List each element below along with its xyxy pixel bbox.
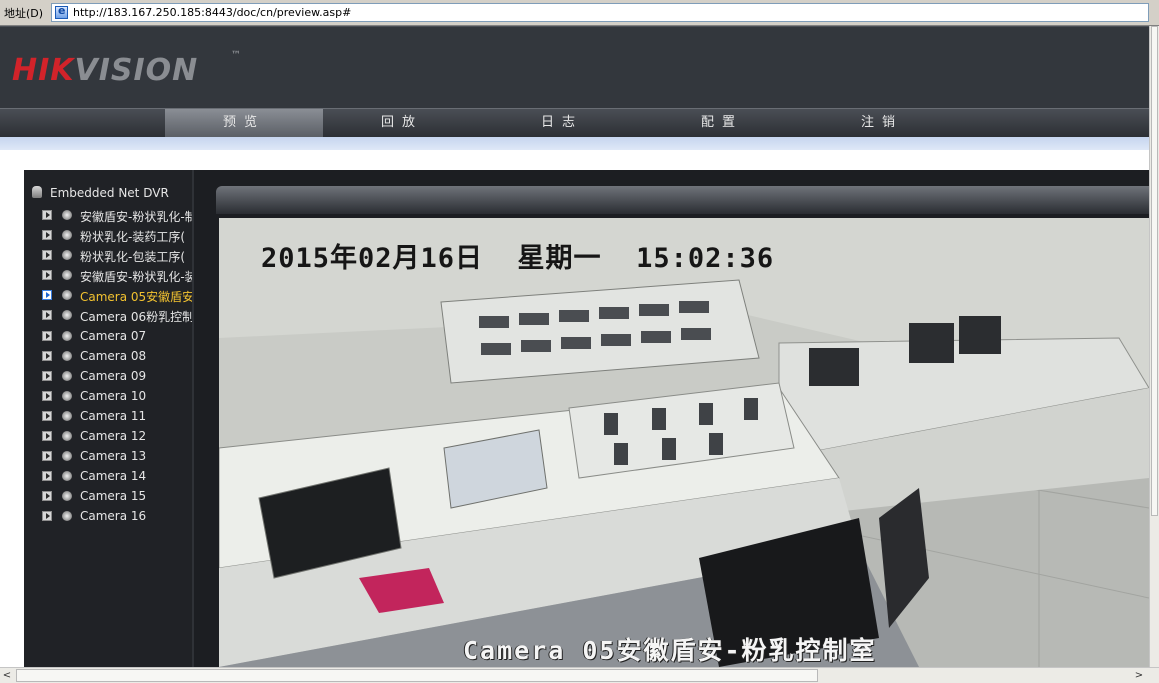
tree-root-label: Embedded Net DVR — [50, 186, 169, 200]
camera-status-icon — [62, 371, 72, 381]
address-input[interactable]: http://183.167.250.185:8443/doc/cn/previ… — [51, 3, 1149, 22]
tree-item-label: Camera 07 — [80, 329, 147, 343]
camera-status-icon — [62, 471, 72, 481]
camera-status-icon — [62, 331, 72, 341]
control-room-scene — [219, 218, 1149, 667]
horizontal-scrollbar[interactable]: < > — [0, 667, 1159, 683]
tree-item-label: Camera 16 — [80, 509, 147, 523]
camera-status-icon — [62, 230, 72, 240]
play-icon[interactable] — [42, 491, 52, 501]
tree-item-label: 粉状乳化-包装工序( — [80, 250, 186, 264]
play-icon[interactable] — [42, 230, 52, 240]
tree-item-label: Camera 09 — [80, 369, 147, 383]
horizontal-scroll-thumb[interactable] — [16, 669, 818, 682]
tree-item-label: Camera 11 — [80, 409, 147, 423]
dvr-icon — [32, 186, 42, 198]
tree-item-label: 粉状乳化-装药工序( — [80, 230, 186, 244]
tree-item-label: 安徽盾安-粉状乳化-装 — [80, 270, 194, 284]
play-icon[interactable] — [42, 451, 52, 461]
camera-status-icon — [62, 511, 72, 521]
logo-hik: HIK — [12, 53, 75, 88]
scroll-right-arrow-icon[interactable]: > — [1132, 668, 1146, 683]
tree-item-label: Camera 06粉乳控制 — [80, 310, 194, 324]
logo-vision: VISION — [74, 53, 199, 88]
tree-item-label: Camera 05安徽盾安- — [80, 290, 194, 304]
play-icon[interactable] — [42, 431, 52, 441]
ie-page-icon — [55, 4, 68, 19]
main-nav: 预览 回放 日志 配置 注销 — [0, 108, 1149, 137]
play-icon[interactable] — [42, 310, 52, 320]
camera-status-icon — [62, 451, 72, 461]
play-icon[interactable] — [42, 391, 52, 401]
camera-tree-panel: Embedded Net DVR 安徽盾安-粉状乳化-制 粉状乳化-装药工序( … — [24, 170, 194, 667]
camera-status-icon — [62, 250, 72, 260]
nav-log[interactable]: 日志 — [483, 109, 641, 137]
live-video-feed[interactable]: 2015年02月16日 星期一 15:02:36 Camera 05安徽盾安-粉… — [219, 218, 1149, 667]
play-icon[interactable] — [42, 250, 52, 260]
camera-status-icon — [62, 290, 72, 300]
address-url[interactable]: http://183.167.250.185:8443/doc/cn/previ… — [73, 6, 351, 19]
play-icon[interactable] — [42, 270, 52, 280]
tree-item-label: Camera 15 — [80, 489, 147, 503]
header-divider — [0, 137, 1149, 150]
camera-status-icon — [62, 411, 72, 421]
play-icon[interactable] — [42, 371, 52, 381]
play-icon[interactable] — [42, 210, 52, 220]
nav-logout[interactable]: 注销 — [803, 109, 961, 137]
camera-status-icon — [62, 351, 72, 361]
address-label: 地址(D) — [4, 7, 44, 20]
nav-preview[interactable]: 预览 — [165, 109, 323, 137]
tree-root[interactable]: Embedded Net DVR — [32, 186, 169, 200]
nav-config[interactable]: 配置 — [643, 109, 801, 137]
play-icon[interactable] — [42, 351, 52, 361]
live-view-area: 2015年02月16日 星期一 15:02:36 Camera 05安徽盾安-粉… — [194, 170, 1149, 667]
video-toolbar — [216, 186, 1149, 214]
tree-item-label: Camera 08 — [80, 349, 147, 363]
camera-status-icon — [62, 491, 72, 501]
vertical-scroll-thumb[interactable] — [1151, 26, 1158, 516]
vertical-scrollbar[interactable] — [1149, 26, 1159, 667]
tree-item-label: Camera 10 — [80, 389, 147, 403]
tree-item-label: Camera 12 — [80, 429, 147, 443]
camera-status-icon — [62, 270, 72, 280]
play-icon[interactable] — [42, 471, 52, 481]
play-icon[interactable] — [42, 331, 52, 341]
camera-status-icon — [62, 391, 72, 401]
tree-item-label: 安徽盾安-粉状乳化-制 — [80, 210, 194, 224]
hikvision-logo: HIKVISION ™ — [12, 50, 241, 88]
tree-item-label: Camera 14 — [80, 469, 147, 483]
scroll-left-arrow-icon[interactable]: < — [0, 668, 14, 683]
osd-timestamp: 2015年02月16日 星期一 15:02:36 — [261, 243, 775, 274]
play-icon[interactable] — [42, 511, 52, 521]
camera-status-icon — [62, 431, 72, 441]
nav-playback[interactable]: 回放 — [323, 109, 481, 137]
tree-item-label: Camera 13 — [80, 449, 147, 463]
header: HIKVISION ™ — [0, 26, 1149, 109]
camera-status-icon — [62, 210, 72, 220]
play-icon[interactable] — [42, 411, 52, 421]
logo-trademark: ™ — [231, 50, 242, 61]
address-bar: 地址(D) http://183.167.250.185:8443/doc/cn… — [0, 0, 1159, 26]
play-icon[interactable] — [42, 290, 52, 300]
camera-status-icon — [62, 310, 72, 320]
osd-camera-name: Camera 05安徽盾安-粉乳控制室 — [463, 636, 877, 665]
page: HIKVISION ™ 预览 回放 日志 配置 注销 Embedded Net … — [0, 26, 1149, 667]
